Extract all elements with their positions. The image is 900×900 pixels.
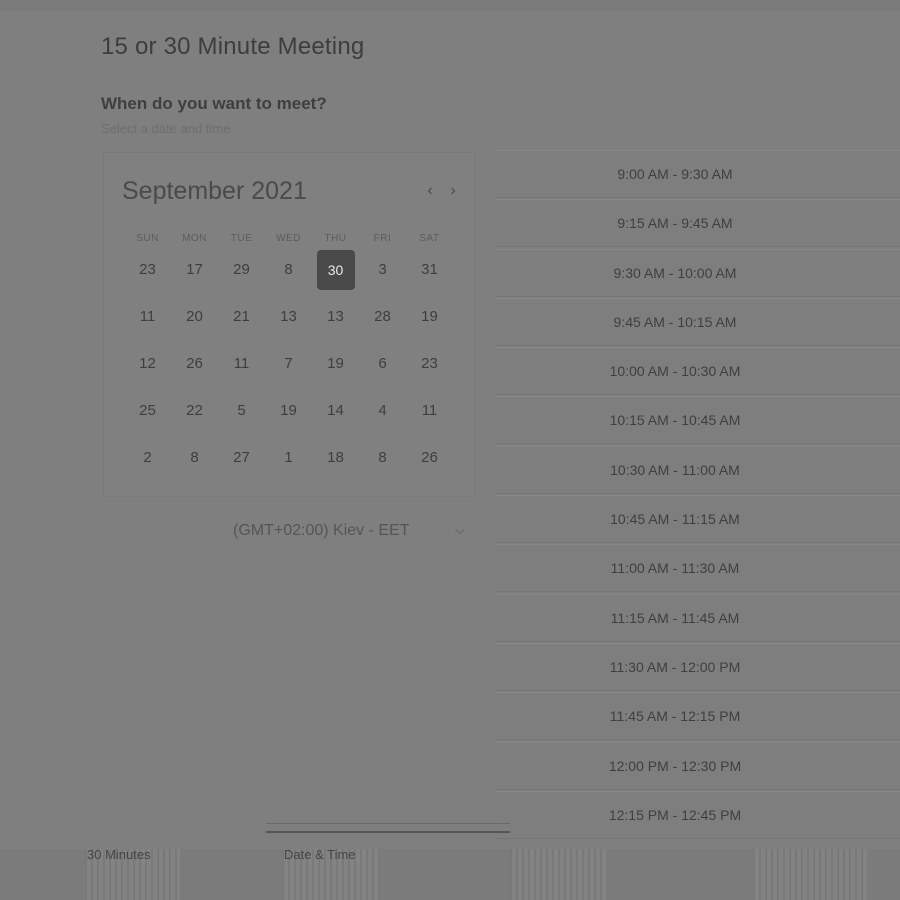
step-label: Date & Time bbox=[284, 847, 356, 862]
weekday-label: SAT bbox=[419, 233, 440, 244]
step-marker bbox=[753, 849, 867, 900]
time-slot[interactable]: 9:45 AM - 10:15 AM bbox=[495, 297, 900, 346]
time-slot[interactable]: 11:15 AM - 11:45 AM bbox=[495, 593, 900, 642]
calendar-day[interactable]: 5 bbox=[218, 387, 265, 434]
step-label: 30 Minutes bbox=[87, 847, 151, 862]
time-slot[interactable]: 9:00 AM - 9:30 AM bbox=[495, 150, 900, 198]
chevron-left-icon[interactable]: ‹ bbox=[422, 181, 438, 201]
calendar-day[interactable]: 18 bbox=[312, 434, 359, 481]
calendar-day[interactable]: 11 bbox=[218, 340, 265, 387]
date-picker-calendar: September 2021 ‹ › SUN MON TUE WED THU F… bbox=[103, 152, 475, 497]
page-title: 15 or 30 Minute Meeting bbox=[101, 33, 365, 60]
time-slot[interactable]: 12:00 PM - 12:30 PM bbox=[495, 741, 900, 790]
timezone-select[interactable]: (GMT+02:00) Kiev - EET ⌵ bbox=[103, 514, 475, 550]
calendar-day[interactable]: 17 bbox=[171, 246, 218, 293]
calendar-day[interactable]: 23 bbox=[406, 340, 453, 387]
calendar-day[interactable]: 22 bbox=[171, 387, 218, 434]
calendar-day-grid: 23 17 29 8 30 3 31 11 20 21 13 13 28 19 … bbox=[124, 246, 454, 481]
calendar-day[interactable]: 1 bbox=[265, 434, 312, 481]
chevron-right-icon[interactable]: › bbox=[445, 181, 461, 201]
calendar-day[interactable]: 26 bbox=[171, 340, 218, 387]
weekday-label: WED bbox=[276, 233, 301, 244]
booking-page: 15 or 30 Minute Meeting When do you want… bbox=[0, 0, 900, 900]
calendar-day[interactable]: 3 bbox=[359, 246, 406, 293]
calendar-day[interactable]: 25 bbox=[124, 387, 171, 434]
meeting-question: When do you want to meet? bbox=[101, 94, 327, 113]
calendar-day[interactable]: 13 bbox=[312, 293, 359, 340]
calendar-day[interactable]: 31 bbox=[406, 246, 453, 293]
calendar-day[interactable]: 11 bbox=[406, 387, 453, 434]
progress-line bbox=[266, 823, 510, 824]
time-slot[interactable]: 10:30 AM - 11:00 AM bbox=[495, 445, 900, 494]
calendar-day[interactable]: 21 bbox=[218, 293, 265, 340]
step-progress-track bbox=[266, 818, 510, 846]
step-marker bbox=[510, 849, 606, 900]
select-hint: Select a date and time bbox=[101, 121, 231, 136]
weekday-label: FRI bbox=[373, 233, 392, 244]
weekday-label: THU bbox=[324, 233, 347, 244]
calendar-day[interactable]: 23 bbox=[124, 246, 171, 293]
weekday-header: SUN MON TUE WED THU FRI SAT bbox=[124, 233, 454, 244]
calendar-day[interactable]: 27 bbox=[218, 434, 265, 481]
timezone-label: (GMT+02:00) Kiev - EET bbox=[233, 522, 410, 539]
steps-bar: 30 Minutes Date & Time bbox=[0, 847, 900, 900]
step-details[interactable] bbox=[510, 849, 606, 900]
time-slot[interactable]: 9:15 AM - 9:45 AM bbox=[495, 199, 900, 248]
calendar-day[interactable]: 19 bbox=[265, 387, 312, 434]
calendar-day[interactable]: 8 bbox=[265, 246, 312, 293]
calendar-day[interactable]: 8 bbox=[359, 434, 406, 481]
calendar-day[interactable]: 29 bbox=[218, 246, 265, 293]
calendar-day[interactable]: 11 bbox=[124, 293, 171, 340]
calendar-day[interactable]: 6 bbox=[359, 340, 406, 387]
time-slot[interactable]: 11:45 AM - 12:15 PM bbox=[495, 692, 900, 741]
calendar-day[interactable]: 14 bbox=[312, 387, 359, 434]
calendar-day[interactable]: 12 bbox=[124, 340, 171, 387]
weekday-label: TUE bbox=[230, 233, 253, 244]
step-duration[interactable]: 30 Minutes bbox=[85, 847, 180, 900]
progress-line bbox=[266, 831, 510, 833]
weekday-label: MON bbox=[182, 233, 207, 244]
chevron-down-icon: ⌵ bbox=[455, 522, 465, 537]
time-slot-list: 9:00 AM - 9:30 AM 9:15 AM - 9:45 AM 9:30… bbox=[495, 150, 900, 840]
time-slot[interactable]: 10:15 AM - 10:45 AM bbox=[495, 396, 900, 445]
calendar-day[interactable]: 19 bbox=[406, 293, 453, 340]
time-slot[interactable]: 12:15 PM - 12:45 PM bbox=[495, 790, 900, 839]
time-slot[interactable]: 9:30 AM - 10:00 AM bbox=[495, 248, 900, 297]
step-date-time[interactable]: Date & Time bbox=[282, 847, 380, 900]
calendar-day[interactable]: 8 bbox=[171, 434, 218, 481]
calendar-day[interactable]: 28 bbox=[359, 293, 406, 340]
calendar-day-selected[interactable]: 30 bbox=[312, 246, 359, 293]
weekday-label: SUN bbox=[136, 233, 159, 244]
time-slot[interactable]: 10:45 AM - 11:15 AM bbox=[495, 495, 900, 544]
calendar-day[interactable]: 2 bbox=[124, 434, 171, 481]
top-strip bbox=[0, 0, 900, 10]
time-slot[interactable]: 10:00 AM - 10:30 AM bbox=[495, 347, 900, 396]
month-label: September 2021 bbox=[122, 177, 307, 205]
time-slot[interactable]: 11:00 AM - 11:30 AM bbox=[495, 544, 900, 593]
calendar-day[interactable]: 26 bbox=[406, 434, 453, 481]
calendar-day[interactable]: 19 bbox=[312, 340, 359, 387]
calendar-day[interactable]: 20 bbox=[171, 293, 218, 340]
calendar-day[interactable]: 4 bbox=[359, 387, 406, 434]
calendar-day[interactable]: 7 bbox=[265, 340, 312, 387]
calendar-day[interactable]: 13 bbox=[265, 293, 312, 340]
step-confirm[interactable] bbox=[753, 849, 867, 900]
time-slot[interactable]: 11:30 AM - 12:00 PM bbox=[495, 642, 900, 691]
